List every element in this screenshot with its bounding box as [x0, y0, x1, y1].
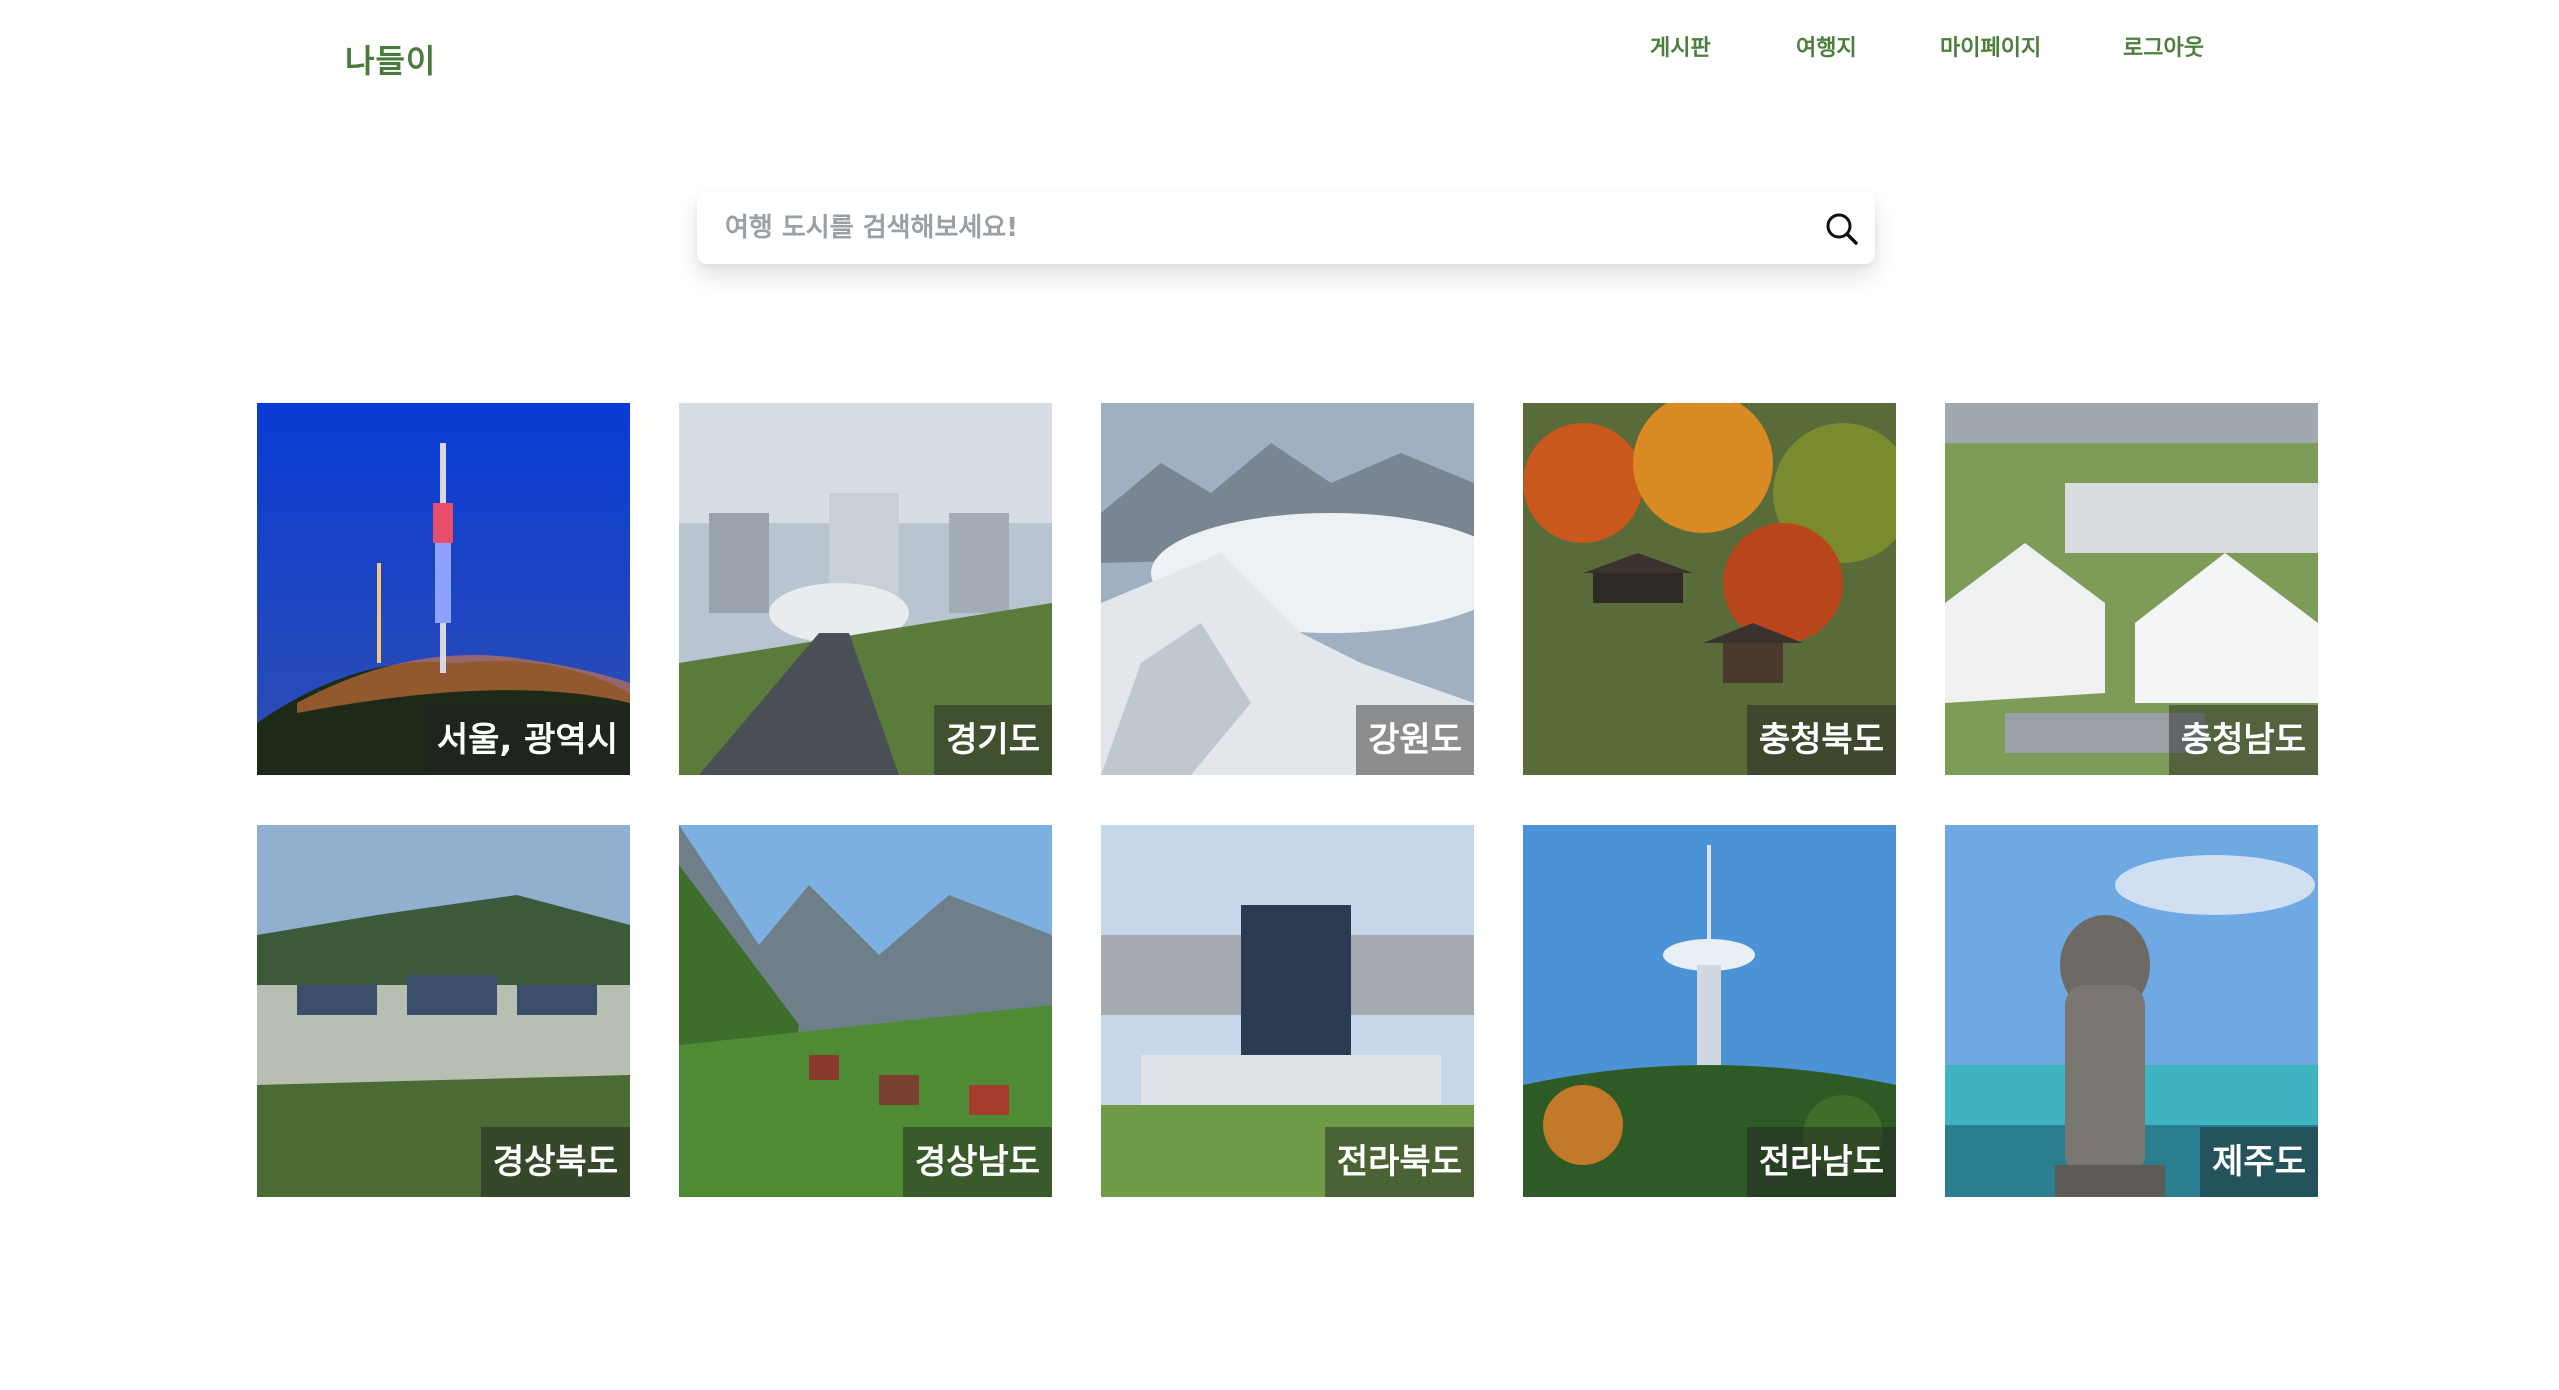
- region-label: 서울, 광역시: [424, 705, 630, 775]
- region-label: 경상남도: [902, 1127, 1052, 1197]
- search-icon[interactable]: [1823, 210, 1861, 248]
- region-label: 경기도: [934, 705, 1052, 775]
- region-card-gyeonggi[interactable]: 경기도: [679, 403, 1052, 775]
- region-label: 강원도: [1356, 705, 1474, 775]
- nav-logout[interactable]: 로그아웃: [2123, 30, 2204, 62]
- nav-mypage[interactable]: 마이페이지: [1940, 30, 2041, 62]
- header: 나들이 게시판 여행지 마이페이지 로그아웃: [0, 0, 2559, 110]
- region-label: 제주도: [2200, 1127, 2318, 1197]
- region-card-seoul[interactable]: 서울, 광역시: [257, 403, 630, 775]
- region-card-gyeongbuk[interactable]: 경상북도: [257, 825, 630, 1197]
- region-label: 충청북도: [1746, 705, 1896, 775]
- region-card-gangwon[interactable]: 강원도: [1101, 403, 1474, 775]
- region-label: 충청남도: [2168, 705, 2318, 775]
- region-card-jeonnam[interactable]: 전라남도: [1523, 825, 1896, 1197]
- region-label: 전라남도: [1746, 1127, 1896, 1197]
- region-label: 경상북도: [480, 1127, 630, 1197]
- nav-destinations[interactable]: 여행지: [1796, 30, 1857, 62]
- region-card-gyeongnam[interactable]: 경상남도: [679, 825, 1052, 1197]
- region-card-chungbuk[interactable]: 충청북도: [1523, 403, 1896, 775]
- region-card-jeonbuk[interactable]: 전라북도: [1101, 825, 1474, 1197]
- site-logo[interactable]: 나들이: [345, 36, 436, 82]
- region-card-chungnam[interactable]: 충청남도: [1945, 403, 2318, 775]
- search-bar: [697, 192, 1875, 264]
- search-input[interactable]: [725, 206, 1765, 250]
- nav-board[interactable]: 게시판: [1650, 30, 1711, 62]
- region-label: 전라북도: [1324, 1127, 1474, 1197]
- region-card-jeju[interactable]: 제주도: [1945, 825, 2318, 1197]
